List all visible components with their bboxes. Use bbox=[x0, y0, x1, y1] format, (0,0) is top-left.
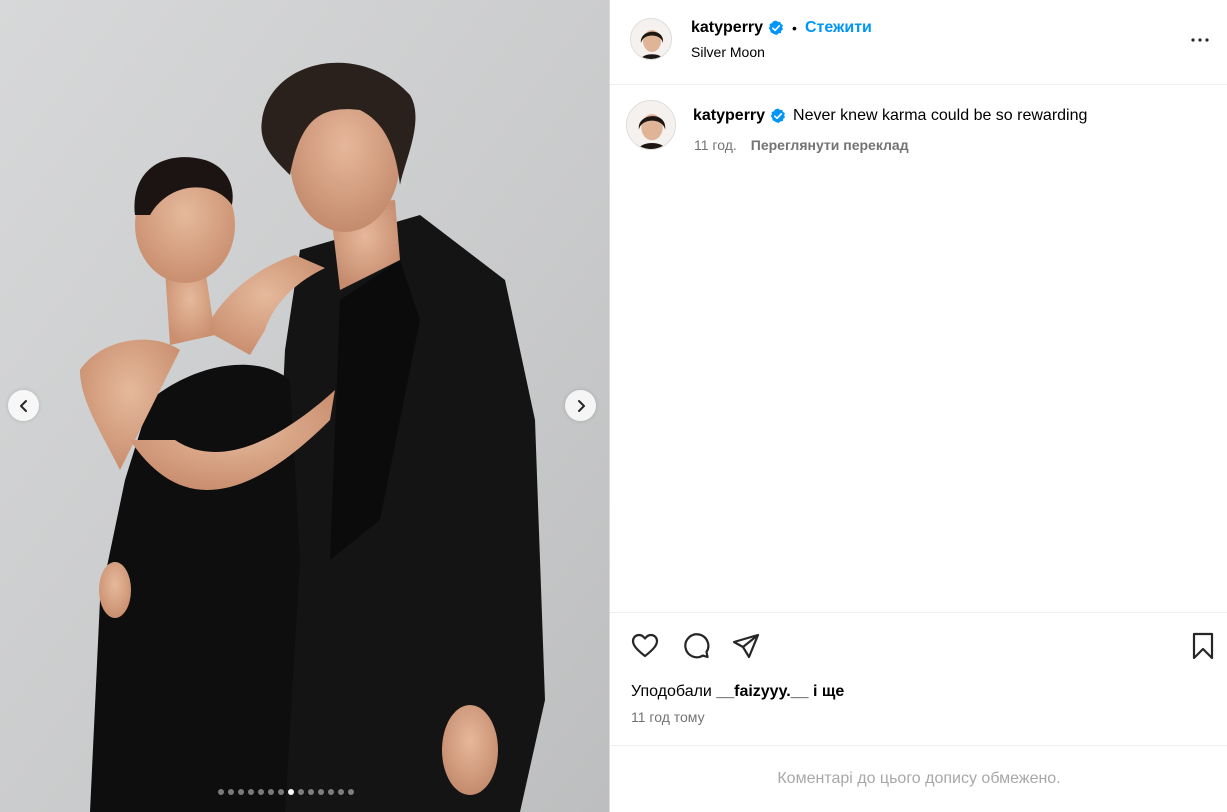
carousel-indicator bbox=[218, 789, 354, 795]
post-timestamp[interactable]: 11 год тому bbox=[631, 709, 705, 725]
chevron-right-icon bbox=[577, 399, 585, 412]
carousel-dot bbox=[248, 789, 254, 795]
verified-badge-icon bbox=[770, 108, 786, 123]
avatar[interactable] bbox=[630, 18, 672, 60]
caption-meta: 11 год. Переглянути переклад bbox=[694, 137, 909, 153]
profile-photo bbox=[631, 19, 671, 59]
likes-others-link[interactable]: і ще bbox=[813, 683, 844, 700]
carousel-dot bbox=[338, 789, 344, 795]
next-image-button[interactable] bbox=[565, 390, 596, 421]
previous-image-button[interactable] bbox=[8, 390, 39, 421]
post-media bbox=[0, 0, 609, 812]
username-link[interactable]: katyperry bbox=[693, 107, 765, 125]
follow-button[interactable]: Стежити bbox=[805, 19, 872, 37]
location-link[interactable]: Silver Moon bbox=[691, 44, 765, 60]
carousel-dot bbox=[328, 789, 334, 795]
profile-photo bbox=[627, 101, 675, 149]
carousel-dot bbox=[258, 789, 264, 795]
post-photo bbox=[0, 0, 609, 812]
caption-line: katyperry Never knew karma could be so r… bbox=[693, 107, 1087, 125]
chevron-left-icon bbox=[19, 399, 27, 412]
likes-summary: Уподобали __faizyyy.__ і ще bbox=[631, 683, 844, 701]
username-link[interactable]: katyperry bbox=[691, 19, 763, 37]
verified-badge-icon bbox=[768, 20, 784, 35]
comment-icon[interactable] bbox=[681, 631, 711, 661]
liked-by-user-link[interactable]: __faizyyy.__ bbox=[716, 683, 808, 700]
see-translation-button[interactable]: Переглянути переклад bbox=[751, 137, 909, 153]
comments-limited-notice: Коментарі до цього допису обмежено. bbox=[610, 745, 1227, 812]
heart-icon[interactable] bbox=[630, 631, 660, 661]
post-header: katyperry • Стежити Silver Moon bbox=[610, 0, 1227, 85]
carousel-dot bbox=[218, 789, 224, 795]
avatar[interactable] bbox=[626, 100, 676, 150]
carousel-dot bbox=[318, 789, 324, 795]
carousel-dot bbox=[298, 789, 304, 795]
carousel-dot bbox=[238, 789, 244, 795]
post-details-panel: katyperry • Стежити Silver Moon katyperr… bbox=[609, 0, 1227, 812]
header-user-line: katyperry • Стежити bbox=[691, 19, 872, 37]
carousel-dot bbox=[288, 789, 294, 795]
post-actions: Уподобали __faizyyy.__ і ще 11 год тому bbox=[610, 612, 1227, 745]
carousel-dot bbox=[348, 789, 354, 795]
carousel-dot bbox=[278, 789, 284, 795]
likes-prefix: Уподобали bbox=[631, 683, 712, 700]
carousel-dot bbox=[228, 789, 234, 795]
carousel-dot bbox=[308, 789, 314, 795]
share-icon[interactable] bbox=[731, 631, 761, 661]
separator-dot: • bbox=[792, 20, 797, 36]
more-options-icon bbox=[1191, 38, 1209, 42]
caption-timestamp[interactable]: 11 год. bbox=[694, 137, 737, 153]
more-options-button[interactable] bbox=[1188, 28, 1212, 52]
carousel-dot bbox=[268, 789, 274, 795]
bookmark-icon[interactable] bbox=[1188, 631, 1218, 661]
caption-text: Never knew karma could be so rewarding bbox=[793, 107, 1088, 124]
